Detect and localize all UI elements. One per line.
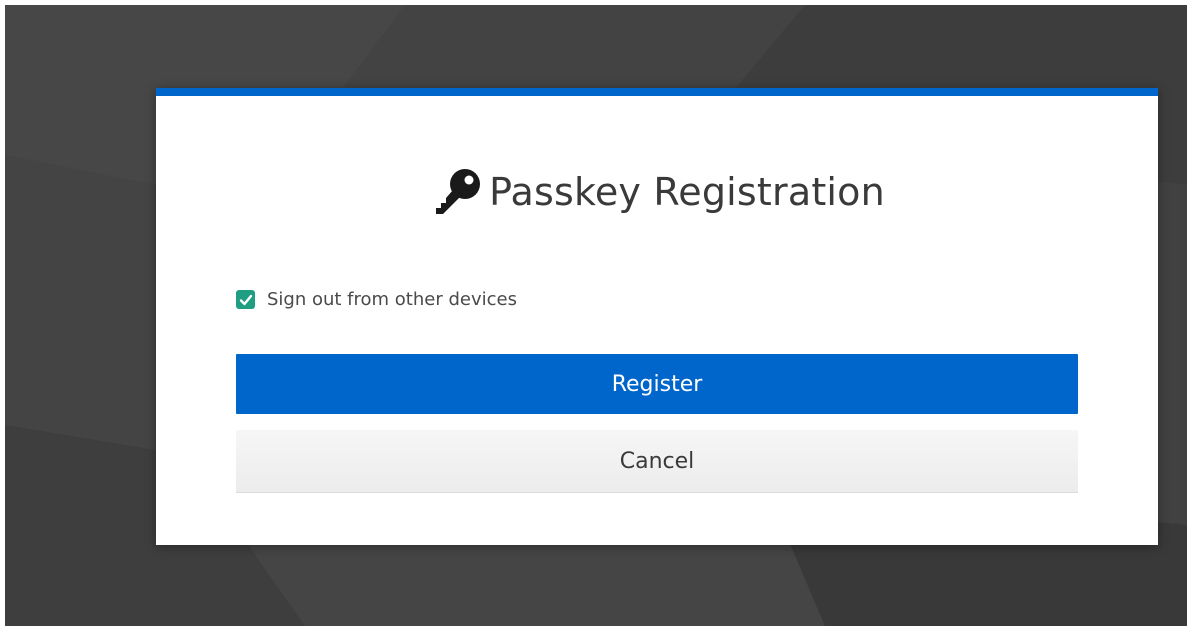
sign-out-checkbox[interactable] — [236, 290, 255, 309]
sign-out-option: Sign out from other devices — [236, 289, 517, 310]
passkey-dialog: Passkey Registration Sign out from other… — [156, 88, 1158, 545]
check-icon — [239, 294, 252, 305]
register-button[interactable]: Register — [236, 354, 1078, 414]
dialog-header: Passkey Registration — [156, 162, 1158, 222]
page: Passkey Registration Sign out from other… — [0, 0, 1187, 630]
key-icon — [436, 169, 481, 214]
sign-out-label[interactable]: Sign out from other devices — [267, 289, 517, 310]
cancel-button[interactable]: Cancel — [236, 430, 1078, 493]
page-title: Passkey Registration — [489, 170, 885, 214]
